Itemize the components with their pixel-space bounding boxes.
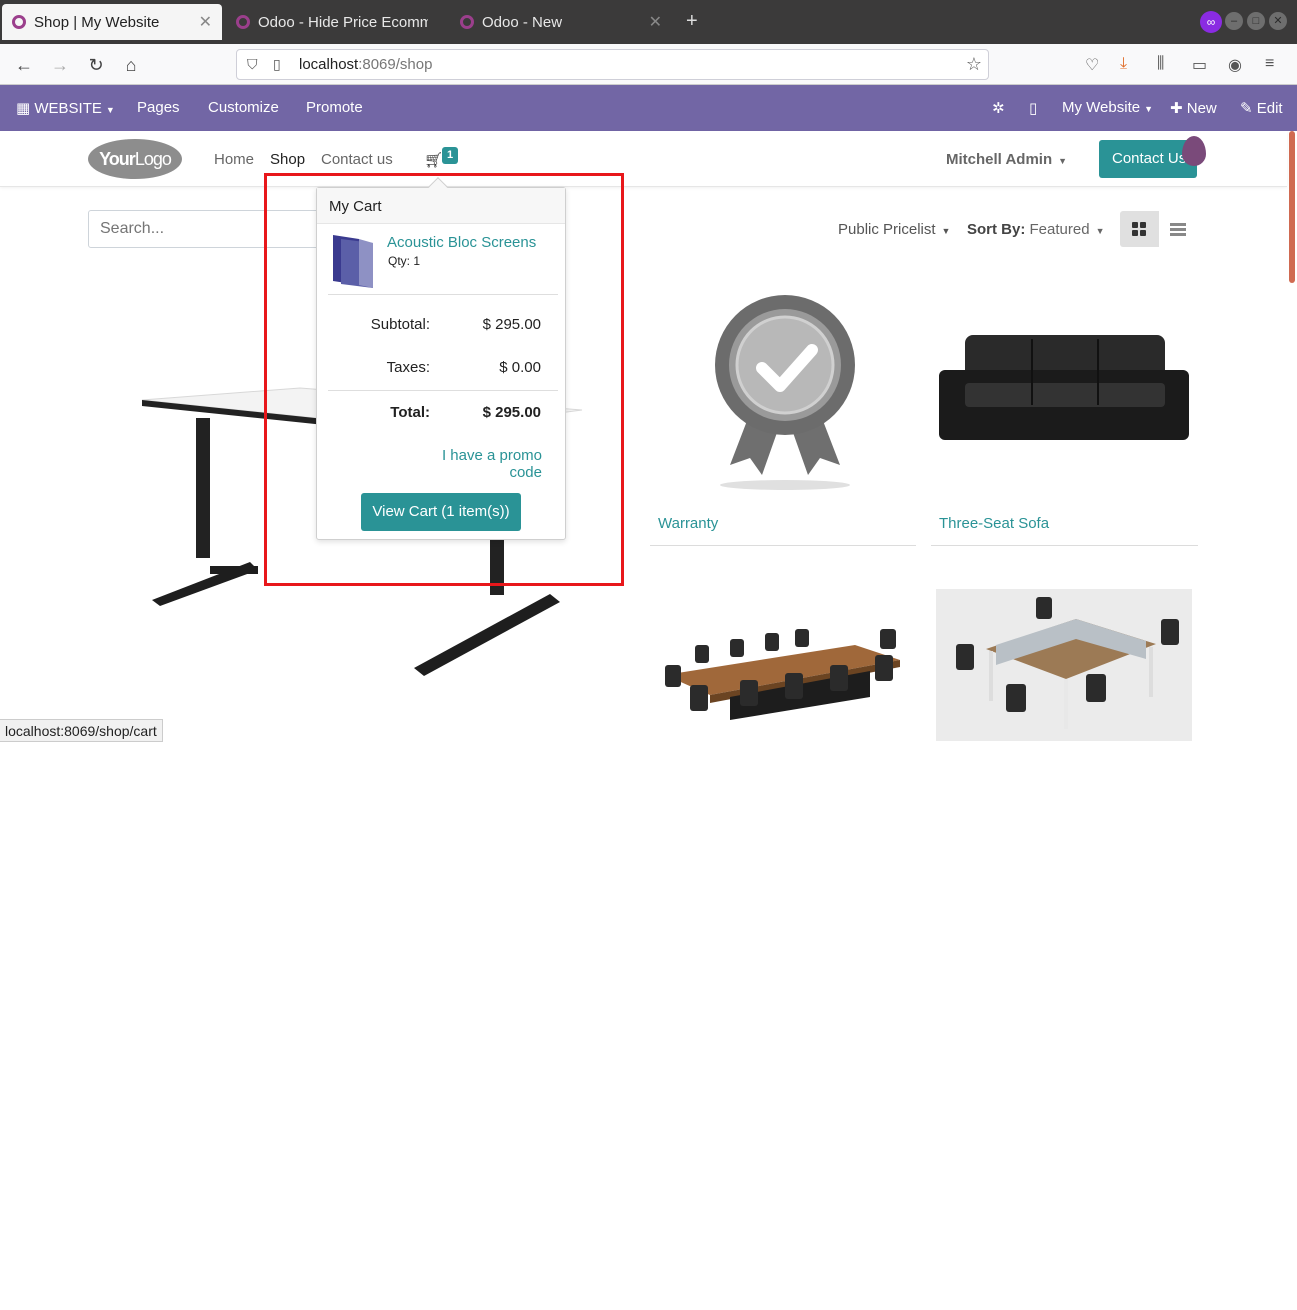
library-icon[interactable]: ⫼ bbox=[1157, 55, 1164, 73]
pricelist-label: Public Pricelist bbox=[838, 221, 936, 238]
pocket-icon[interactable]: ♡ bbox=[1085, 55, 1099, 75]
tab-shop[interactable]: Shop | My Website ✕ bbox=[2, 4, 222, 40]
caret-down-icon: ▼ bbox=[1058, 156, 1068, 166]
maximize-icon[interactable]: □ bbox=[1247, 12, 1265, 30]
promote-menu[interactable]: Promote bbox=[306, 99, 363, 116]
url-host: localhost bbox=[299, 56, 359, 73]
odoo-favicon-icon bbox=[12, 15, 26, 29]
product-name-sofa[interactable]: Three-Seat Sofa bbox=[939, 515, 1049, 532]
address-bar[interactable]: ⛉ ▯ localhost:8069/shop ☆ bbox=[236, 49, 989, 80]
tab-label: Odoo - Hide Price Ecomm bbox=[258, 13, 428, 31]
close-icon[interactable]: ✕ bbox=[649, 12, 662, 32]
new-label: New bbox=[1186, 100, 1217, 117]
product-name-warranty[interactable]: Warranty bbox=[658, 515, 718, 532]
shield-icon[interactable]: ⛉ bbox=[247, 56, 258, 73]
logo-bold-text: Your bbox=[99, 149, 136, 169]
pencil-icon: ✎ bbox=[1240, 100, 1253, 117]
private-browsing-icon: ∞ bbox=[1200, 11, 1222, 33]
product-divider bbox=[931, 545, 1198, 546]
caret-down-icon: ▼ bbox=[1095, 226, 1105, 236]
tab-odoo-new[interactable]: Odoo - New ✕ bbox=[450, 4, 672, 40]
new-content-button[interactable]: ✚ New bbox=[1170, 99, 1217, 117]
warranty-product-image[interactable] bbox=[700, 290, 870, 495]
grid-view-button[interactable] bbox=[1120, 211, 1159, 247]
reload-icon[interactable]: ↻ bbox=[84, 53, 108, 77]
mobile-preview-icon[interactable]: ▯ bbox=[1029, 99, 1037, 117]
link-status-bar: localhost:8069/shop/cart bbox=[0, 719, 163, 742]
pages-menu[interactable]: Pages bbox=[137, 99, 180, 116]
sort-dropdown[interactable]: Sort By: Featured ▼ bbox=[967, 221, 1104, 238]
sidebar-icon[interactable]: ▭ bbox=[1192, 55, 1207, 75]
caret-down-icon: ▼ bbox=[1144, 104, 1153, 114]
caret-down-icon: ▼ bbox=[105, 105, 115, 115]
new-tab-button[interactable]: + bbox=[686, 10, 698, 33]
edit-label: Edit bbox=[1256, 100, 1283, 117]
nav-shop[interactable]: Shop bbox=[270, 151, 305, 168]
cart-count-badge: 1 bbox=[442, 147, 458, 164]
list-icon bbox=[1170, 223, 1186, 238]
minimize-icon[interactable]: – bbox=[1225, 12, 1243, 30]
close-window-icon[interactable]: ✕ bbox=[1269, 12, 1287, 30]
odoo-favicon-icon bbox=[236, 15, 250, 29]
close-icon[interactable]: ✕ bbox=[199, 12, 212, 32]
plus-icon: ✚ bbox=[1170, 100, 1183, 117]
tab-hide-price[interactable]: Odoo - Hide Price Ecomm bbox=[226, 4, 446, 40]
download-icon[interactable]: ⤓ bbox=[1120, 55, 1127, 73]
page-info-icon[interactable]: ▯ bbox=[273, 56, 281, 73]
tab-label: Shop | My Website bbox=[34, 13, 160, 31]
highlight-box bbox=[264, 173, 624, 586]
sofa-product-image[interactable] bbox=[935, 325, 1195, 460]
browser-tab-bar: Shop | My Website ✕ Odoo - Hide Price Ec… bbox=[0, 0, 1297, 44]
search-input[interactable] bbox=[89, 211, 289, 247]
sort-label: Sort By: bbox=[967, 221, 1026, 238]
site-logo[interactable]: YourLogo bbox=[88, 139, 182, 179]
url-path: :8069/shop bbox=[358, 56, 433, 73]
nav-contact-us[interactable]: Contact us bbox=[321, 151, 393, 168]
hamburger-menu-icon[interactable]: ≡ bbox=[1265, 55, 1274, 73]
url-text[interactable]: localhost:8069/shop bbox=[299, 56, 432, 73]
home-icon[interactable]: ⌂ bbox=[119, 53, 143, 77]
cart-icon[interactable]: 🛒︎ bbox=[424, 151, 443, 169]
caret-down-icon: ▼ bbox=[941, 226, 951, 236]
odoo-favicon-icon bbox=[460, 15, 474, 29]
apps-grid-icon: ▦ bbox=[16, 100, 31, 117]
product-divider bbox=[650, 545, 916, 546]
theme-drop-icon[interactable] bbox=[1182, 136, 1206, 166]
bookmark-star-icon[interactable]: ☆ bbox=[966, 54, 982, 75]
forward-arrow-icon[interactable]: → bbox=[48, 53, 72, 77]
website-switcher[interactable]: My Website ▼ bbox=[1062, 99, 1153, 116]
list-view-button[interactable] bbox=[1159, 211, 1197, 247]
browser-nav-bar: ← → ↻ ⌂ ⛉ ▯ localhost:8069/shop ☆ ♡ ⤓ ⫼ … bbox=[0, 44, 1297, 85]
grid-icon bbox=[1132, 222, 1146, 236]
website-switcher-label: My Website bbox=[1062, 99, 1141, 116]
logo-text: Logo bbox=[134, 149, 172, 169]
edit-button[interactable]: ✎ Edit bbox=[1240, 99, 1283, 117]
sort-value: Featured bbox=[1029, 221, 1090, 238]
website-apps-menu[interactable]: ▦ WEBSITE ▼ bbox=[16, 99, 115, 117]
extension-icon[interactable]: ◉ bbox=[1228, 55, 1242, 75]
customize-menu[interactable]: Customize bbox=[208, 99, 279, 116]
pricelist-dropdown[interactable]: Public Pricelist ▼ bbox=[838, 221, 950, 238]
conference-table-product-image[interactable] bbox=[655, 625, 910, 735]
bug-icon[interactable]: ✲ bbox=[992, 99, 1005, 117]
window-controls: – □ ✕ bbox=[1225, 12, 1287, 30]
page-scrollbar[interactable] bbox=[1289, 131, 1295, 283]
user-menu[interactable]: Mitchell Admin ▼ bbox=[946, 151, 1067, 168]
office-workstation-product-image[interactable] bbox=[936, 589, 1192, 741]
site-header: YourLogo Home Shop Contact us 🛒︎ 1 Mitch… bbox=[0, 131, 1287, 187]
nav-home[interactable]: Home bbox=[214, 151, 254, 168]
back-arrow-icon[interactable]: ← bbox=[12, 53, 36, 77]
apps-label: WEBSITE bbox=[34, 100, 102, 117]
tab-label: Odoo - New bbox=[482, 13, 563, 31]
user-name: Mitchell Admin bbox=[946, 151, 1053, 168]
odoo-website-bar: ▦ WEBSITE ▼ Pages Customize Promote ✲ ▯ M… bbox=[0, 85, 1297, 131]
